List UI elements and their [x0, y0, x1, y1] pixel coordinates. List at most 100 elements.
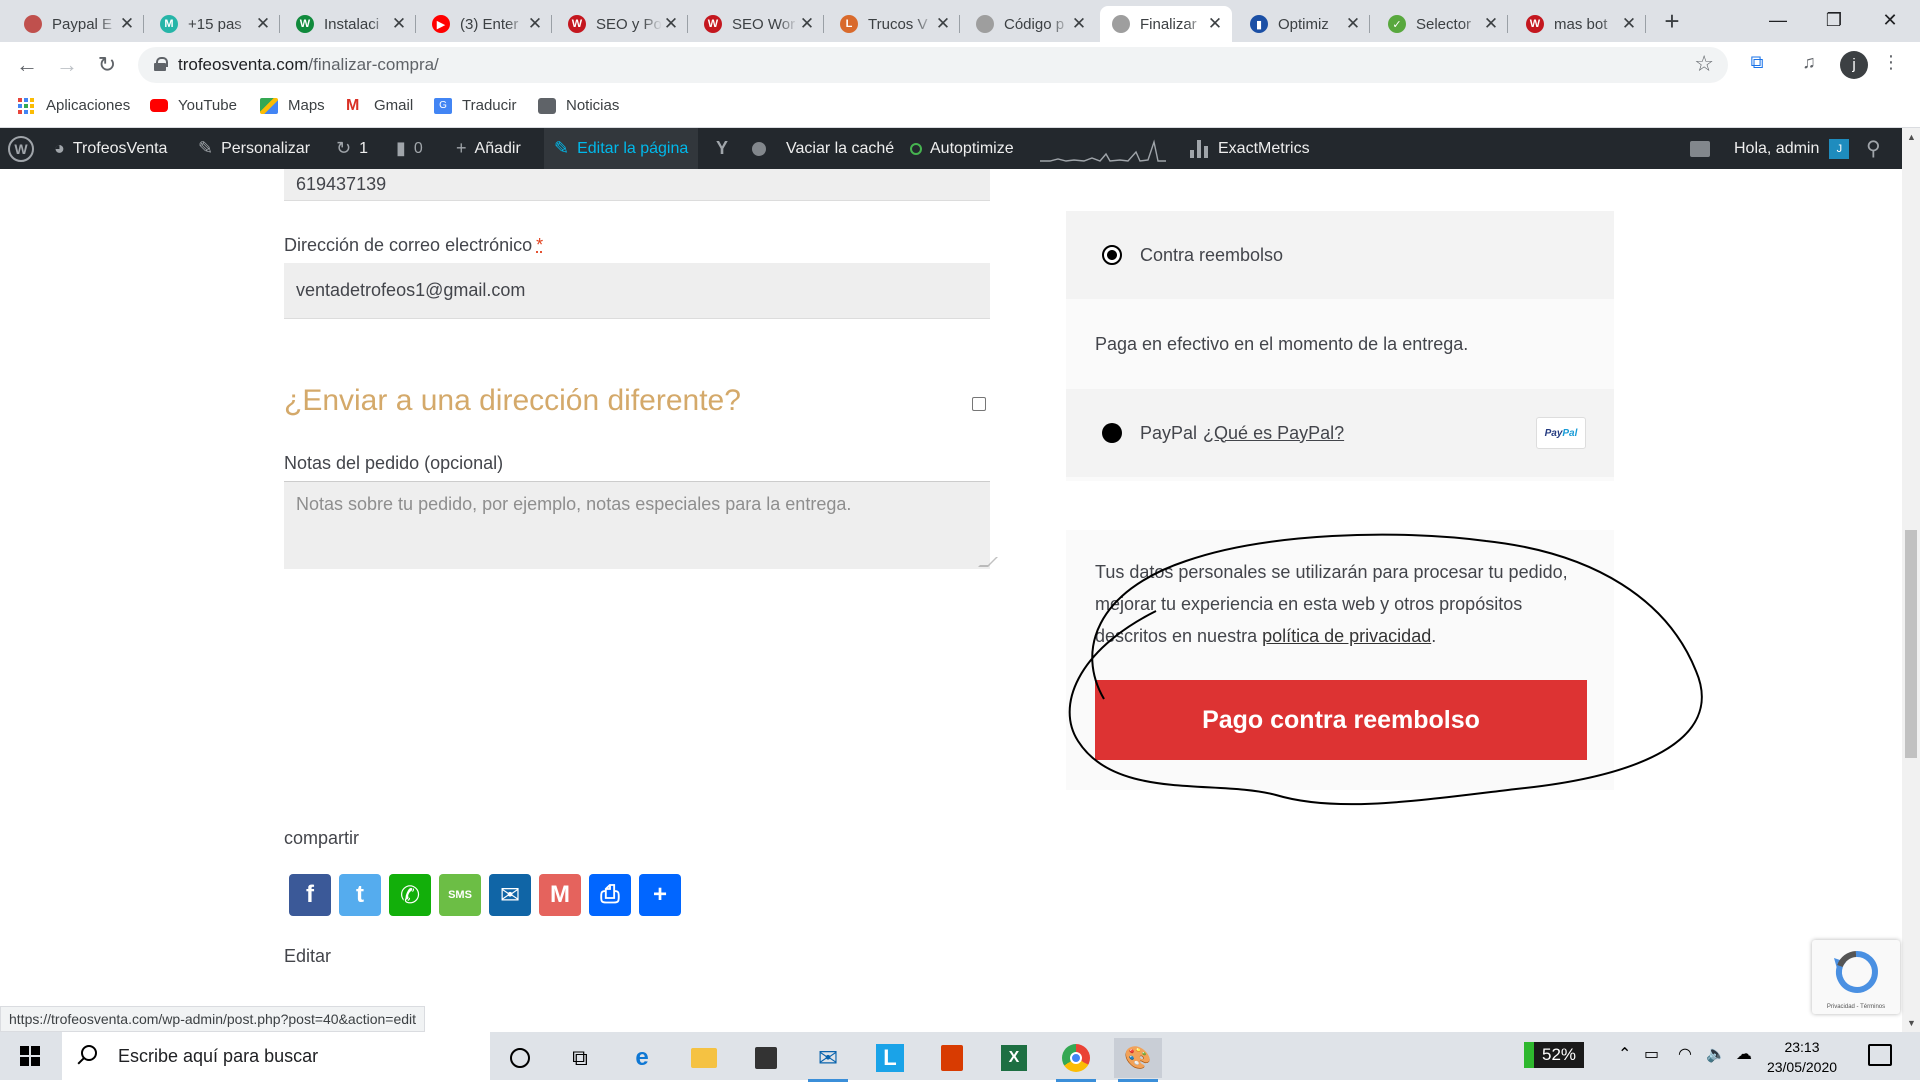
wifi-icon[interactable]: ◠	[1678, 1044, 1692, 1064]
mail-icon[interactable]: ✉	[804, 1038, 852, 1082]
ship-different-checkbox[interactable]	[972, 397, 986, 411]
edit-link[interactable]: Editar	[284, 946, 331, 967]
paint-app-icon[interactable]: 🎨	[1114, 1038, 1162, 1082]
browser-tab[interactable]: Finalizar ✕	[1100, 6, 1232, 42]
onedrive-icon[interactable]: ☁	[1736, 1044, 1752, 1064]
admin-my-account[interactable]: Hola, admin J	[1734, 128, 1850, 169]
cod-radio[interactable]	[1102, 245, 1122, 265]
tab-close-icon[interactable]: ✕	[1206, 14, 1224, 34]
wordpress-logo-icon[interactable]: W	[8, 128, 34, 169]
recaptcha-badge[interactable]: Privacidad - Términos	[1812, 940, 1900, 1014]
share-sms-icon[interactable]: SMS	[439, 874, 481, 916]
extension-icon[interactable]: ⧉	[1744, 52, 1770, 78]
forward-icon[interactable]: →	[52, 50, 82, 80]
tray-chevron-icon[interactable]: ⌃	[1618, 1044, 1631, 1064]
file-explorer-icon[interactable]	[680, 1038, 728, 1078]
share-print-icon[interactable]: ⎙	[589, 874, 631, 916]
tab-close-icon[interactable]: ✕	[1482, 14, 1500, 34]
share-facebook-icon[interactable]: f	[289, 874, 331, 916]
office-icon[interactable]	[928, 1038, 976, 1078]
excel-icon[interactable]: X	[990, 1038, 1038, 1078]
privacy-policy-link[interactable]: política de privacidad	[1262, 626, 1431, 646]
browser-tab[interactable]: W SEO y Po ✕	[556, 6, 688, 42]
browser-tab[interactable]: W SEO Wor ✕	[692, 6, 824, 42]
tab-close-icon[interactable]: ✕	[254, 14, 272, 34]
tab-close-icon[interactable]: ✕	[798, 14, 816, 34]
menu-kebab-icon[interactable]: ⋮	[1878, 52, 1904, 78]
share-whatsapp-icon[interactable]: ✆	[389, 874, 431, 916]
admin-autoptimize[interactable]: Autoptimize	[910, 128, 1014, 169]
browser-tab[interactable]: ▶ (3) Enter ✕	[420, 6, 552, 42]
volume-icon[interactable]: 🔈	[1706, 1044, 1726, 1064]
bookmark-news[interactable]: Noticias	[538, 97, 619, 114]
close-window-button[interactable]: ✕	[1862, 0, 1918, 42]
yoast-icon[interactable]: Y	[716, 128, 728, 169]
tab-close-icon[interactable]: ✕	[1070, 14, 1088, 34]
resize-grip-icon[interactable]	[978, 557, 998, 567]
admin-clear-cache[interactable]: Vaciar la caché	[752, 128, 894, 169]
tab-close-icon[interactable]: ✕	[1344, 14, 1362, 34]
windows-start-icon[interactable]	[20, 1046, 40, 1066]
paypal-radio[interactable]	[1102, 423, 1122, 443]
action-center-icon[interactable]	[1868, 1044, 1892, 1066]
recaptcha-footer[interactable]: Privacidad - Términos	[1812, 1004, 1900, 1010]
payment-option-paypal[interactable]: PayPal ¿Qué es PayPal? Pay Pal	[1066, 389, 1614, 477]
tab-close-icon[interactable]: ✕	[1620, 14, 1638, 34]
tab-close-icon[interactable]: ✕	[390, 14, 408, 34]
scroll-down-icon[interactable]: ▼	[1907, 1018, 1916, 1028]
tab-close-icon[interactable]: ✕	[934, 14, 952, 34]
browser-tab[interactable]: Paypal E ✕	[12, 6, 144, 42]
store-icon[interactable]	[742, 1038, 790, 1078]
traffic-sparkline[interactable]	[1040, 138, 1166, 162]
admin-comments[interactable]: ▮ 0	[396, 128, 423, 169]
new-tab-button[interactable]: +	[1656, 6, 1688, 38]
bookmark-apps[interactable]: Aplicaciones	[18, 97, 130, 114]
place-order-button[interactable]: Pago contra reembolso	[1095, 680, 1587, 760]
scroll-up-icon[interactable]: ▲	[1907, 132, 1916, 142]
share-share-icon[interactable]: +	[639, 874, 681, 916]
edge-icon[interactable]: e	[618, 1038, 666, 1078]
admin-add-new[interactable]: + Añadir	[456, 128, 521, 169]
tab-close-icon[interactable]: ✕	[526, 14, 544, 34]
admin-exactmetrics[interactable]: ExactMetrics	[1190, 128, 1310, 169]
browser-tab[interactable]: L Trucos V ✕	[828, 6, 960, 42]
browser-tab[interactable]: M +15 pas ✕	[148, 6, 280, 42]
share-gmail-icon[interactable]: M	[539, 874, 581, 916]
browser-tab[interactable]: W Instalaci ✕	[284, 6, 416, 42]
cortana-icon[interactable]	[496, 1038, 544, 1078]
tab-close-icon[interactable]: ✕	[118, 14, 136, 34]
what-is-paypal-link[interactable]: ¿Qué es PayPal?	[1203, 423, 1344, 444]
minimize-button[interactable]: —	[1750, 0, 1806, 42]
bookmark-star-icon[interactable]: ☆	[1694, 51, 1714, 77]
battery-icon[interactable]: ▭	[1644, 1044, 1659, 1064]
browser-tab[interactable]: Wmas bot ✕	[1514, 6, 1646, 42]
browser-tab[interactable]: ▮ Optimiz ✕	[1238, 6, 1370, 42]
admin-customize[interactable]: ✎ Personalizar	[198, 128, 310, 169]
browser-tab[interactable]: ✓ Selector ✕	[1376, 6, 1508, 42]
scroll-thumb[interactable]	[1905, 530, 1917, 758]
bookmark-translate[interactable]: G Traducir	[434, 97, 516, 114]
taskbar-search[interactable]: Escribe aquí para buscar	[62, 1032, 490, 1080]
share-twitter-icon[interactable]: t	[339, 874, 381, 916]
chrome-icon[interactable]	[1052, 1038, 1100, 1082]
task-view-icon[interactable]: ⧉	[556, 1038, 604, 1078]
admin-updates[interactable]: ↻ 1	[336, 128, 368, 169]
admin-edit-page[interactable]: ✎ Editar la página	[544, 128, 699, 169]
admin-site-name[interactable]: ◕ TrofeosVenta	[54, 128, 167, 169]
tab-close-icon[interactable]: ✕	[662, 14, 680, 34]
battery-percent-badge[interactable]: 52%	[1524, 1042, 1584, 1068]
back-icon[interactable]: ←	[12, 50, 42, 80]
phone-field[interactable]: 619437139	[284, 169, 990, 201]
bookmark-youtube[interactable]: YouTube	[150, 97, 237, 114]
address-bar[interactable]: trofeosventa.com/finalizar-compra/ ☆	[138, 47, 1728, 83]
profile-avatar[interactable]: j	[1840, 51, 1868, 79]
share-email-icon[interactable]: ✉	[489, 874, 531, 916]
browser-tab[interactable]: Código p ✕	[964, 6, 1096, 42]
reload-icon[interactable]: ↻	[92, 50, 122, 80]
page-scrollbar[interactable]: ▲ ▼	[1902, 128, 1920, 1032]
email-field[interactable]: ventadetrofeos1@gmail.com	[284, 263, 990, 319]
order-notes-textarea[interactable]: Notas sobre tu pedido, por ejemplo, nota…	[284, 481, 998, 569]
taskbar-clock[interactable]: 23:13 23/05/2020	[1756, 1037, 1848, 1077]
payment-option-cod[interactable]: Contra reembolso	[1066, 211, 1614, 299]
admin-search-icon[interactable]: ⚲	[1866, 128, 1881, 169]
